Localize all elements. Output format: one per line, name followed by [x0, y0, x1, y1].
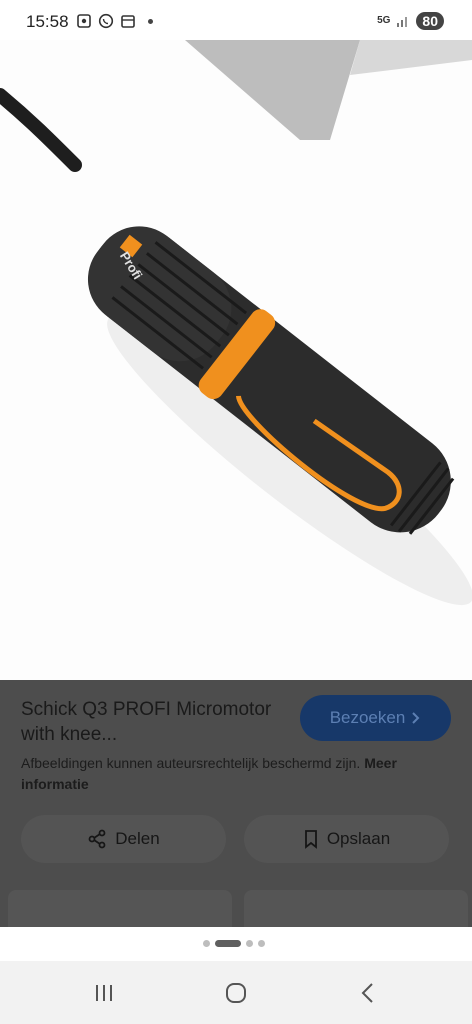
- page-dot: [203, 940, 210, 947]
- result-title[interactable]: Schick Q3 PROFI Micromotor with knee...: [21, 697, 291, 747]
- share-button[interactable]: Delen: [21, 815, 226, 863]
- system-status: 5G 80: [377, 12, 444, 30]
- save-label: Opslaan: [326, 829, 391, 848]
- whatsapp-icon: [98, 13, 114, 29]
- visit-label: Bezoeken: [329, 708, 406, 727]
- home-icon[interactable]: [224, 981, 248, 1005]
- page-dot: [246, 940, 253, 947]
- share-label: Delen: [115, 829, 160, 848]
- related-thumbnail[interactable]: [244, 890, 468, 927]
- share-icon: [88, 829, 106, 849]
- page-indicator: [203, 940, 265, 947]
- bookmark-icon: [304, 830, 317, 849]
- more-notifications-icon: [148, 18, 153, 24]
- copyright-notice: Afbeeldingen kunnen auteursrechtelijk be…: [21, 753, 451, 795]
- page-dot: [258, 940, 265, 947]
- status-time: 15:58: [26, 12, 69, 31]
- screenshot-icon: [77, 14, 91, 28]
- save-button[interactable]: Opslaan: [244, 815, 449, 863]
- recents-icon[interactable]: [92, 981, 116, 1005]
- calendar-icon: [121, 15, 135, 28]
- back-icon[interactable]: [356, 981, 380, 1005]
- related-thumbnail[interactable]: [8, 890, 232, 927]
- system-nav-bar: [0, 961, 472, 1024]
- notification-icons: [76, 13, 153, 29]
- page-dot-active: [215, 940, 241, 947]
- product-image[interactable]: Profi: [0, 40, 472, 680]
- metal-part-light: [350, 40, 472, 75]
- signal-icon: [397, 17, 408, 27]
- chevron-right-icon: [412, 712, 420, 724]
- cable: [0, 88, 82, 172]
- visit-button[interactable]: Bezoeken: [300, 695, 451, 741]
- copyright-text: Afbeeldingen kunnen auteursrechtelijk be…: [21, 755, 361, 771]
- metal-part: [185, 40, 360, 140]
- status-bar: 15:58 5G 80: [0, 0, 472, 40]
- battery-level: 80: [416, 12, 444, 30]
- micromotor-illustration: Profi: [0, 40, 472, 606]
- network-type: 5G: [377, 15, 391, 26]
